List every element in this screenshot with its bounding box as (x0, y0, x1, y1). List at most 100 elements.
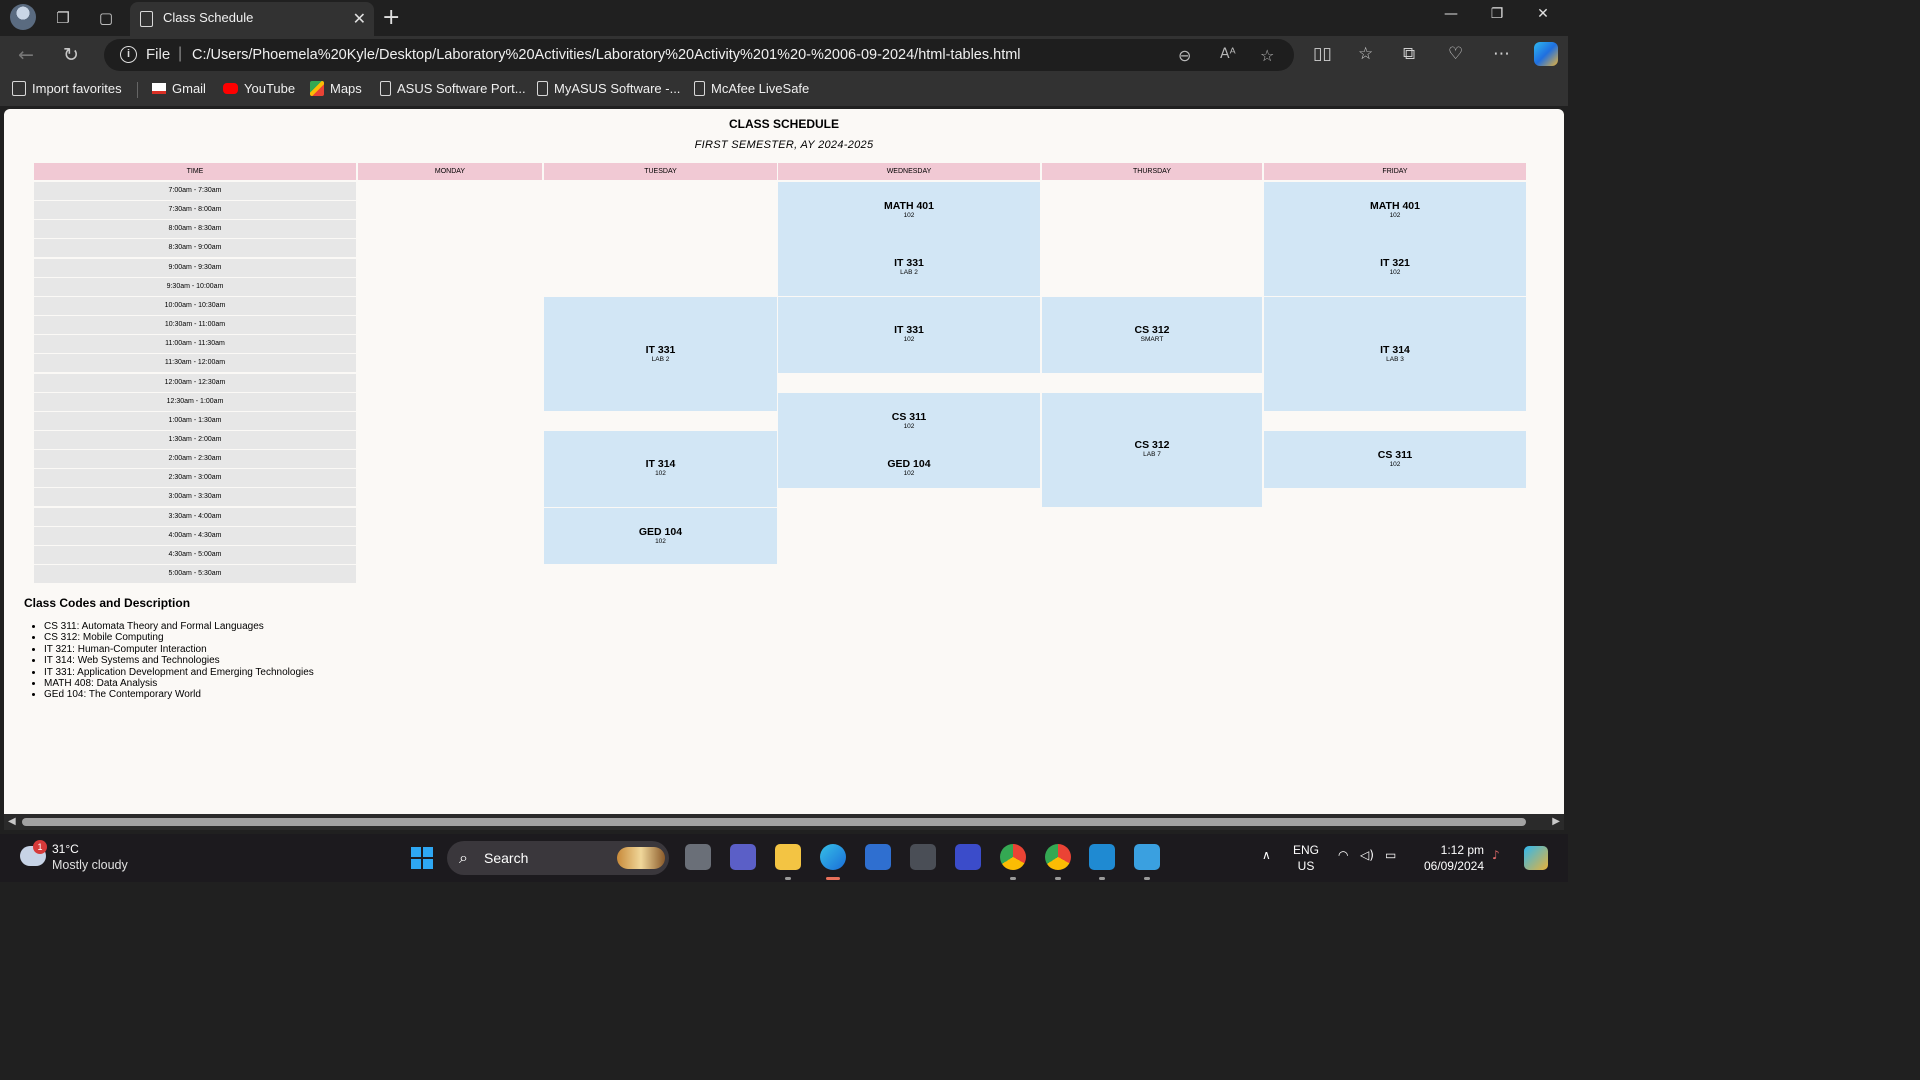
close-window-button[interactable]: ✕ (1520, 6, 1566, 22)
class-room: 102 (1389, 460, 1401, 468)
code-description-item: MATH 408: Data Analysis (44, 678, 314, 689)
back-button[interactable]: ← (18, 44, 34, 66)
class-block: CS 311 102 (778, 392, 1040, 450)
zoom-out-icon[interactable]: ⊖ (1178, 46, 1191, 65)
class-room: SMART (1140, 336, 1164, 344)
file-explorer-icon[interactable] (775, 844, 801, 870)
class-code: CS 311 (891, 410, 927, 423)
time-cell: 10:30am - 11:00am (34, 316, 356, 335)
volume-icon[interactable]: ◁) (1360, 848, 1374, 862)
restore-button[interactable]: ❐ (1474, 6, 1520, 22)
time-cell: 10:00am - 10:30am (34, 296, 356, 315)
page-viewport: CLASS SCHEDULE FIRST SEMESTER, AY 2024-2… (4, 109, 1564, 814)
horizontal-scrollbar[interactable]: ◀ ▶ (4, 814, 1564, 830)
fav-label: Maps (330, 81, 362, 96)
battery-icon[interactable]: ▭ (1385, 848, 1396, 862)
edge-icon[interactable] (820, 844, 846, 870)
address-toolbar: ← ↻ i File | C:/Users/Phoemela%20Kyle/De… (0, 36, 1568, 74)
address-separator: | (178, 45, 183, 62)
minimize-button[interactable]: — (1428, 6, 1474, 22)
scrollbar-thumb[interactable] (22, 818, 1526, 826)
schedule-title: CLASS SCHEDULE (728, 117, 839, 131)
maps-icon (310, 81, 324, 96)
running-indicator (1010, 877, 1016, 880)
class-room: 102 (655, 537, 666, 545)
unity-icon[interactable] (910, 844, 936, 870)
running-indicator (1144, 877, 1150, 880)
fav-youtube[interactable]: YouTube (223, 81, 295, 96)
gmail-icon (152, 83, 166, 94)
profile-avatar[interactable] (10, 4, 36, 30)
import-icon (12, 81, 26, 96)
clock-date: 06/09/2024 (1423, 859, 1484, 873)
page-icon (140, 11, 153, 27)
weather-description[interactable]: Mostly cloudy (52, 858, 128, 872)
weather-temperature[interactable]: 31°C (52, 842, 79, 856)
class-code: GED 104 (638, 525, 683, 538)
browser-essentials-icon[interactable]: ♡ (1448, 44, 1463, 64)
time-cell: 1:00am - 1:30am (34, 411, 356, 430)
split-screen-icon[interactable]: ▯▯ (1313, 44, 1332, 64)
vscode-icon[interactable] (1089, 844, 1115, 870)
refresh-button[interactable]: ↻ (63, 44, 79, 66)
windows-start-icon[interactable] (411, 847, 433, 869)
class-room: LAB 7 (1143, 451, 1161, 459)
more-options-icon[interactable]: ⋯ (1493, 44, 1510, 64)
tab-title: Class Schedule (163, 10, 254, 25)
taskbar-clock[interactable]: 1:12 pm 06/09/2024 (1416, 842, 1484, 874)
class-block: IT 314 102 (544, 430, 777, 508)
fav-gmail[interactable]: Gmail (152, 81, 206, 96)
fav-mcafee[interactable]: McAfee LiveSafe (694, 81, 809, 96)
youtube-icon (223, 83, 238, 94)
page-icon (380, 81, 391, 96)
copilot-taskbar-icon[interactable] (1524, 846, 1548, 870)
photos-icon[interactable] (1134, 844, 1160, 870)
task-view-icon[interactable] (685, 844, 711, 870)
fav-asus-software[interactable]: ASUS Software Port... (380, 81, 526, 96)
region-code: US (1297, 859, 1315, 873)
copilot-icon[interactable] (1534, 42, 1558, 66)
new-tab-button[interactable]: + (382, 5, 400, 30)
vpn-app-icon[interactable] (955, 844, 981, 870)
scroll-right-icon[interactable]: ▶ (1552, 816, 1560, 827)
time-cell: 8:00am - 8:30am (34, 220, 356, 239)
fav-myasus-software[interactable]: MyASUS Software -... (537, 81, 680, 96)
fav-import-favorites[interactable]: Import favorites (12, 81, 122, 96)
close-tab-icon[interactable]: ✕ (353, 9, 366, 28)
chrome-profile-p-icon[interactable] (1000, 844, 1026, 870)
teams-icon[interactable] (730, 844, 756, 870)
time-cell: 12:30am - 1:00am (34, 392, 356, 411)
class-room: LAB 2 (651, 355, 670, 363)
class-room: 102 (903, 422, 915, 430)
running-indicator (1099, 877, 1105, 880)
notification-bell-icon[interactable]: ♪ (1492, 848, 1500, 862)
favorites-icon[interactable]: ☆ (1358, 44, 1373, 64)
time-cell: 3:30am - 4:00am (34, 507, 356, 526)
wifi-icon[interactable]: ◠ (1338, 848, 1348, 862)
scroll-left-icon[interactable]: ◀ (8, 816, 16, 827)
class-code: IT 331 (645, 343, 676, 356)
class-room: 102 (903, 211, 915, 219)
fav-maps[interactable]: Maps (310, 81, 362, 96)
class-code: MATH 401 (884, 199, 934, 212)
store-icon[interactable] (865, 844, 891, 870)
read-aloud-icon[interactable]: Aᴬ (1220, 46, 1236, 62)
collections-icon[interactable]: ⧉ (1403, 44, 1415, 64)
language-indicator[interactable]: ENG US (1293, 842, 1319, 874)
show-hidden-icons-icon[interactable]: ∧ (1262, 848, 1271, 862)
workspaces-icon[interactable]: ❐ (53, 8, 73, 28)
class-block: IT 321 102 (1264, 239, 1526, 297)
chrome-icon[interactable] (1045, 844, 1071, 870)
class-block: IT 331 102 (778, 296, 1040, 373)
address-bar[interactable]: i File | C:/Users/Phoemela%20Kyle/Deskto… (104, 39, 1294, 71)
favorite-star-icon[interactable]: ☆ (1260, 46, 1274, 65)
url-text[interactable]: C:/Users/Phoemela%20Kyle/Desktop/Laborat… (192, 47, 1021, 63)
tab-actions-icon[interactable]: ▢ (96, 8, 116, 28)
taskbar-search[interactable]: ⌕ Search (447, 841, 669, 875)
page-icon (694, 81, 705, 96)
class-code: IT 331 (894, 324, 924, 337)
tab-class-schedule[interactable]: Class Schedule ✕ (130, 2, 374, 36)
site-info-icon[interactable]: i (120, 46, 137, 63)
class-code: CS 312 (1134, 439, 1170, 452)
class-room: 102 (1389, 269, 1401, 277)
